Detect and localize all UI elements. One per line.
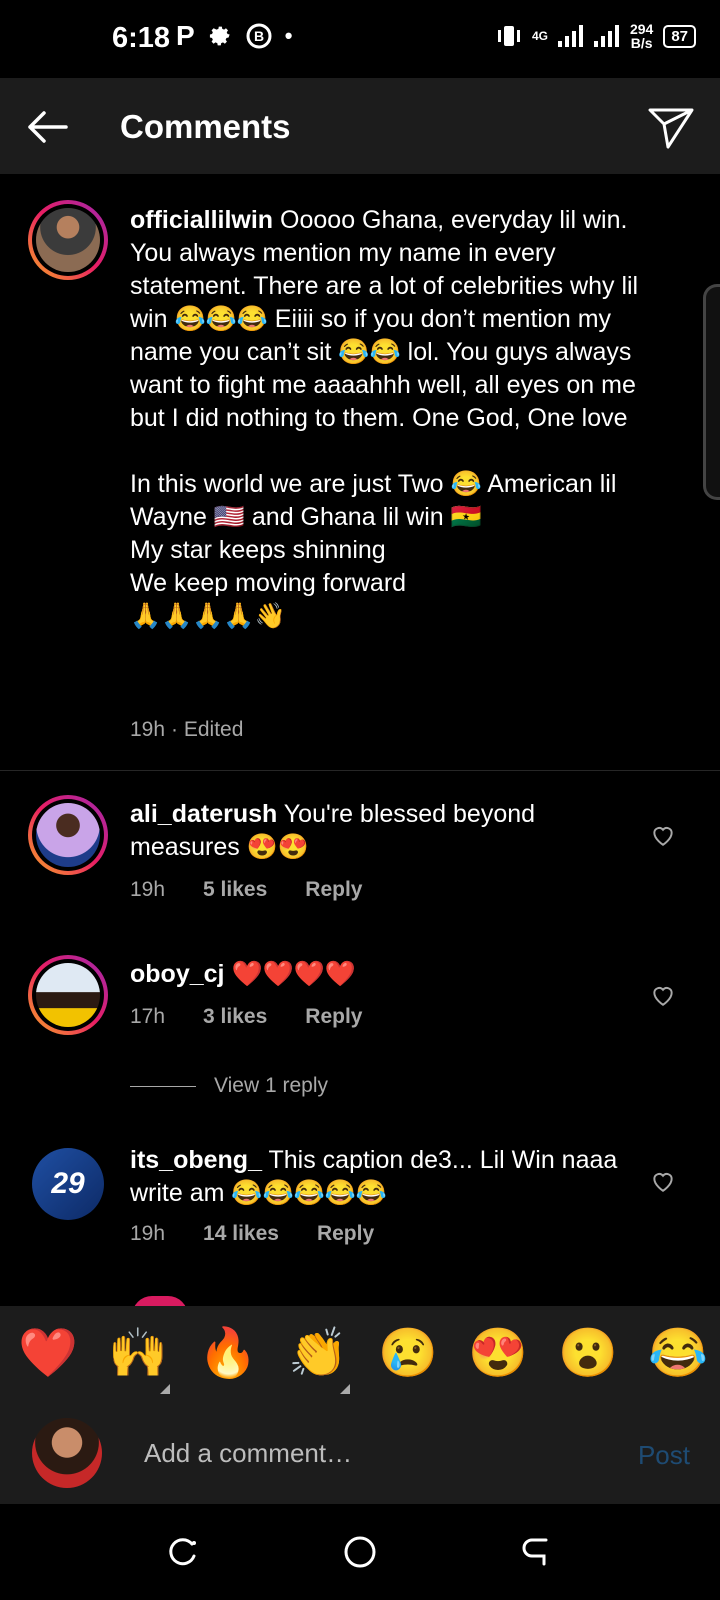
reply-line [130, 1085, 196, 1087]
comment-meta: 17h 3 likes Reply [130, 1005, 362, 1029]
reply-button[interactable]: Reply [305, 1005, 362, 1029]
avatar-officiallilwin[interactable] [28, 200, 108, 280]
comment-text: its_obeng_ This caption de3... Lil Win n… [130, 1144, 630, 1210]
comment-text: oboy_cj ❤️❤️❤️❤️ [130, 958, 630, 991]
emoji-reaction-bar: ❤️ 🙌 🔥 👏 😢 😍 😮 😂 [0, 1306, 720, 1410]
likes-count[interactable]: 3 likes [203, 1005, 267, 1029]
avatar-image [36, 963, 100, 1027]
comment-text: ali_daterush You're blessed beyond measu… [130, 798, 630, 864]
caption-meta: 19h · Edited [130, 718, 243, 742]
emoji-surprised-face[interactable]: 😮 [558, 1324, 618, 1381]
header-bar: Comments [0, 78, 720, 174]
comment-time: 19h [130, 878, 166, 901]
comment-username[interactable]: its_obeng_ [130, 1146, 262, 1174]
emoji-heart-eyes[interactable]: 😍 [468, 1324, 528, 1381]
signal-icon-2 [593, 25, 619, 47]
comment-body: ❤️❤️❤️❤️ [231, 960, 356, 988]
svg-text:B: B [254, 28, 264, 44]
system-nav-bar [0, 1504, 720, 1600]
comment-meta: 19h 5 likes Reply [130, 878, 362, 902]
caption-body: Ooooo Ghana, everyday lil win. You alway… [130, 206, 639, 630]
comment-time: 17h [130, 1005, 166, 1028]
heart-icon[interactable] [650, 1168, 676, 1194]
heart-icon[interactable] [650, 822, 676, 848]
back-arrow-icon[interactable] [22, 102, 72, 152]
avatar-its-obeng[interactable]: 29 [32, 1148, 104, 1220]
status-right-icons: 4G 294 B/s 87 [496, 22, 696, 50]
battery-indicator: 87 [663, 24, 696, 48]
avatar-jersey-number: 29 [51, 1167, 85, 1200]
status-bar: 6:18 P B • 4G 294 B/s 87 [0, 0, 720, 78]
comment-time: 19h [130, 1222, 166, 1245]
likes-count[interactable]: 14 likes [203, 1222, 279, 1246]
caption-edited: · Edited [171, 718, 244, 741]
page-title: Comments [120, 108, 291, 145]
view-replies-label: View 1 reply [214, 1074, 329, 1097]
signal-icon [557, 25, 583, 47]
status-time: 6:18 [112, 22, 171, 54]
emoji-crying-face[interactable]: 😢 [378, 1324, 438, 1381]
skin-tone-indicator-icon [160, 1384, 170, 1394]
network-type: 4G [531, 29, 548, 43]
home-icon[interactable] [342, 1534, 378, 1570]
avatar-image [36, 803, 100, 867]
likes-count[interactable]: 5 likes [203, 878, 267, 902]
gear-icon [209, 26, 230, 46]
divider [0, 770, 720, 771]
comment-username[interactable]: ali_daterush [130, 800, 277, 828]
p-icon: P [176, 20, 195, 51]
recents-icon[interactable] [166, 1534, 202, 1570]
reply-button[interactable]: Reply [305, 878, 362, 902]
comment-input[interactable]: Add a comment… [144, 1438, 352, 1469]
back-icon[interactable] [518, 1534, 554, 1570]
post-button[interactable]: Post [638, 1440, 690, 1471]
caption-time: 19h [130, 718, 166, 741]
notification-dot: • [284, 23, 293, 48]
caption-username[interactable]: officiallilwin [130, 206, 273, 234]
user-avatar [32, 1418, 102, 1488]
comment-username[interactable]: oboy_cj [130, 960, 224, 988]
send-icon[interactable] [646, 102, 696, 152]
heart-icon[interactable] [650, 982, 676, 1008]
emoji-clapping-hands[interactable]: 👏 [288, 1324, 348, 1381]
emoji-fire[interactable]: 🔥 [198, 1324, 258, 1381]
view-replies[interactable]: View 1 reply [130, 1074, 328, 1098]
skin-tone-indicator-icon [340, 1384, 350, 1394]
avatar-image [36, 208, 100, 272]
status-left-icons: P B • [176, 20, 292, 52]
avatar-ali-daterush[interactable] [28, 795, 108, 875]
emoji-red-heart[interactable]: ❤️ [18, 1324, 78, 1381]
emoji-raising-hands[interactable]: 🙌 [108, 1324, 168, 1381]
scrollbar[interactable] [703, 284, 720, 500]
vibrate-icon [497, 26, 520, 46]
emoji-tears-of-joy[interactable]: 😂 [648, 1324, 708, 1381]
comment-composer: Add a comment… Post [0, 1410, 720, 1504]
comment-meta: 19h 14 likes Reply [130, 1222, 374, 1246]
reply-button[interactable]: Reply [317, 1222, 374, 1246]
b-icon: B [246, 23, 272, 49]
caption-text: officiallilwin Ooooo Ghana, everyday lil… [130, 204, 650, 633]
avatar-oboy-cj[interactable] [28, 955, 108, 1035]
net-speed: 294 B/s [629, 21, 654, 51]
